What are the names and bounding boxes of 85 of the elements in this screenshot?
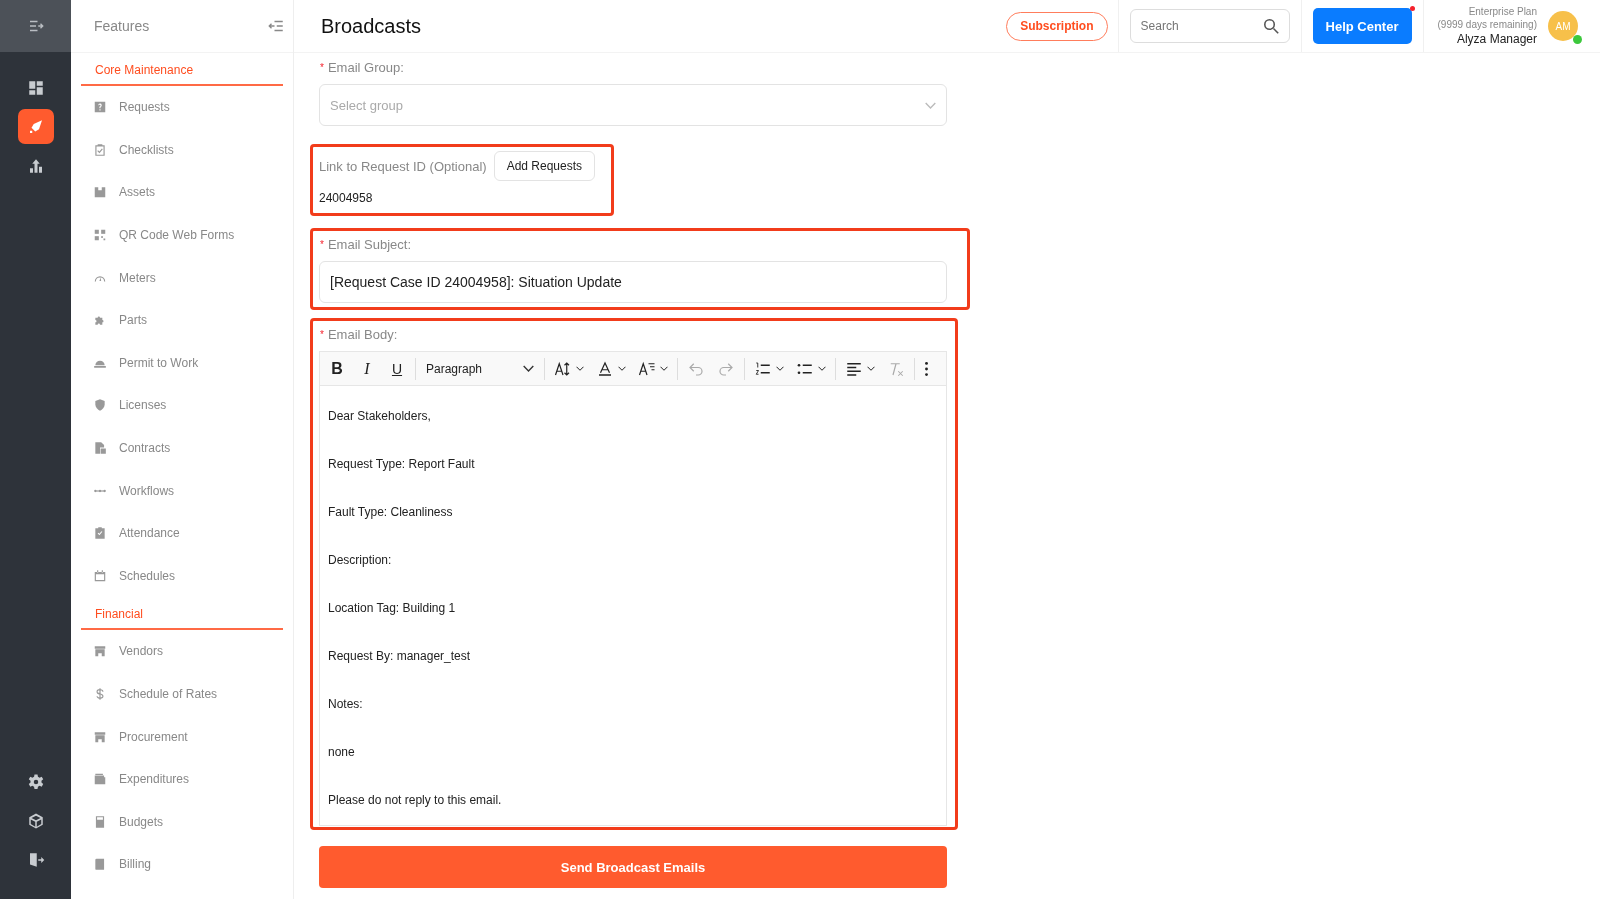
days-remaining: (9999 days remaining) <box>1437 18 1537 31</box>
user-name: Alyza Manager <box>1455 31 1537 47</box>
block-format-value: Paragraph <box>426 361 483 376</box>
font-style-icon <box>638 359 656 378</box>
sidebar-item[interactable]: Contracts <box>81 426 283 470</box>
sidebar-item[interactable]: Attendance <box>81 511 283 555</box>
sidebar-item[interactable]: Checklists <box>81 128 283 172</box>
sidebar-item[interactable]: Vendors <box>81 630 283 673</box>
dashboard-icon <box>26 78 45 97</box>
sidebar-item[interactable]: Meters <box>81 256 283 299</box>
send-button[interactable]: Send Broadcast Emails <box>319 846 947 888</box>
chevron-icon <box>776 366 784 371</box>
sidebar-item[interactable]: Requests <box>81 86 283 129</box>
body-paragraph: Notes: <box>328 696 364 713</box>
calendar-icon <box>93 568 107 583</box>
body-paragraph: Location Tag: Building 1 <box>328 600 457 617</box>
bold-button[interactable]: B <box>323 354 351 383</box>
search-field[interactable]: Search <box>1129 9 1290 43</box>
plan-name: Enterprise Plan <box>1467 5 1537 18</box>
email-subject-label: Email Subject: <box>327 236 411 252</box>
sidebar-item[interactable]: Licenses <box>81 384 283 427</box>
chevron-icon <box>818 366 826 371</box>
book-icon <box>93 857 107 872</box>
section-heading: Core Maintenance <box>81 53 283 86</box>
request-id: 24004958 <box>319 191 374 205</box>
sidebar-item[interactable]: QR Code Web Forms <box>81 213 283 257</box>
page-title: Broadcasts <box>321 14 422 38</box>
numbered-list-icon <box>754 359 772 378</box>
shield-icon <box>93 398 107 413</box>
body-paragraph: Request Type: Report Fault <box>328 456 476 473</box>
add-requests-button[interactable]: Add Requests <box>493 151 596 181</box>
sidebar-item[interactable]: Workflows <box>81 469 283 512</box>
more-icon <box>924 360 929 377</box>
subject-field[interactable]: [Request Case ID 24004958]: Situation Update <box>319 261 947 303</box>
clipboard-check-icon <box>93 526 107 541</box>
sidebar-item[interactable]: Schedules <box>81 554 283 598</box>
email-group-label: Email Group: <box>327 59 404 75</box>
group-select[interactable]: Select group <box>319 84 947 126</box>
font-size-icon <box>554 359 572 378</box>
qr-code-icon <box>93 228 107 243</box>
underline-button[interactable]: U <box>383 354 411 383</box>
sidebar-item[interactable]: Schedule of Rates <box>81 672 283 716</box>
chevron-icon <box>925 101 936 109</box>
store-icon <box>93 729 107 744</box>
sidebar-item[interactable]: Expenditures <box>81 757 283 801</box>
chevron-icon <box>523 365 534 372</box>
box-icon <box>93 185 107 200</box>
clipboard-check-icon <box>93 142 107 157</box>
sidebar-item[interactable]: Procurement <box>81 715 283 758</box>
calculator-icon <box>93 814 107 829</box>
help-center-button[interactable]: Help Center <box>1312 8 1412 44</box>
wallet-icon <box>93 772 107 787</box>
sidebar-item[interactable]: Budgets <box>81 800 283 844</box>
select-placeholder: Select group <box>330 97 403 113</box>
body-paragraph: Description: <box>328 552 393 569</box>
required-asterisk: * <box>320 328 324 340</box>
body-paragraph: Dear Stakeholders, <box>328 408 432 425</box>
cube-icon <box>26 811 45 830</box>
link-request-label: Link to Request ID (Optional) <box>319 158 487 174</box>
body-paragraph: Please do not reply to this email. <box>328 792 503 809</box>
store-icon <box>93 644 107 659</box>
email-body-label: Email Body: <box>327 326 398 342</box>
sidebar-item[interactable]: Billing <box>81 843 283 886</box>
sidebar-item[interactable]: Permit to Work <box>81 341 283 385</box>
sidebar-item[interactable]: Parts <box>81 298 283 342</box>
body-paragraph: Request By: manager_test <box>328 648 472 665</box>
search-icon <box>1263 19 1279 34</box>
sidebar-title: Features <box>94 18 150 34</box>
body-paragraph: none <box>328 744 356 761</box>
nav-button[interactable] <box>17 109 54 144</box>
chevron-icon <box>867 366 875 371</box>
question-icon <box>93 100 107 115</box>
chevron-icon <box>618 366 626 371</box>
block-format-dropdown[interactable]: Paragraph <box>420 354 540 383</box>
required-asterisk: * <box>320 61 324 73</box>
italic-button[interactable]: I <box>353 354 381 383</box>
chevron-icon <box>660 366 668 371</box>
body-paragraph: Fault Type: Cleanliness <box>328 504 454 521</box>
required-asterisk: * <box>320 238 324 250</box>
chevron-icon <box>576 366 584 371</box>
sidebar-item[interactable]: Assets <box>81 171 283 214</box>
subscription-button[interactable]: Subscription <box>1006 11 1108 41</box>
section-heading: Financial <box>81 597 283 631</box>
settings-icon <box>26 772 45 791</box>
document-icon <box>93 441 107 456</box>
